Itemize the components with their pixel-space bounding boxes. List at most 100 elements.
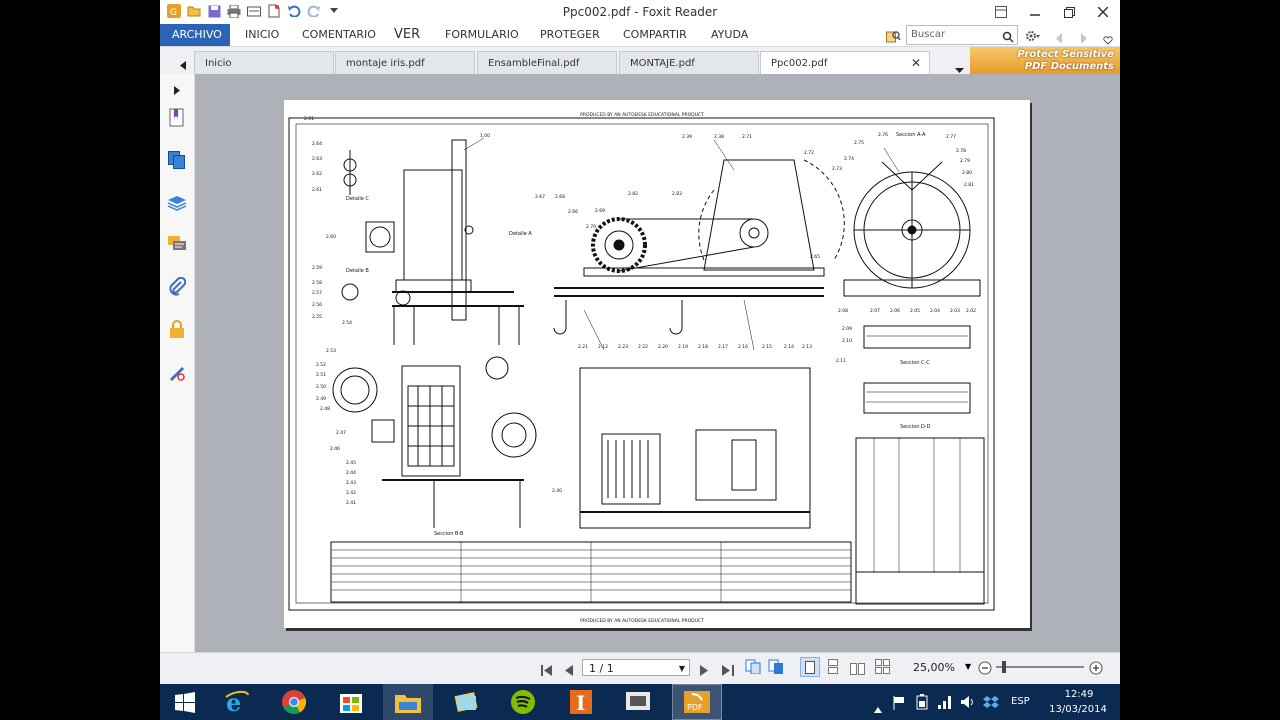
gear-icon[interactable]	[1024, 28, 1040, 47]
part-callout: 2.72	[804, 150, 814, 156]
part-callout: 2.40	[552, 488, 562, 494]
part-callout: 2.80	[962, 170, 972, 176]
tab-inicio[interactable]: Inicio	[194, 51, 334, 74]
signature-icon[interactable]	[163, 360, 191, 384]
store-icon[interactable]	[326, 684, 376, 720]
part-callout: 2.16	[738, 344, 748, 350]
page-dropdown-icon[interactable]: ▼	[679, 660, 685, 677]
continuous-facing-view-icon[interactable]	[875, 659, 890, 678]
part-callout: 2.69	[595, 208, 605, 214]
menu-compartir[interactable]: COMPARTIR	[623, 24, 687, 46]
menu-comentario[interactable]: COMENTARIO	[302, 24, 376, 46]
protect-banner-line2: PDF Documents	[1024, 61, 1114, 72]
part-callout: 2.03	[950, 308, 960, 314]
close-tab-icon[interactable]: ✕	[911, 52, 921, 75]
single-page-view-icon[interactable]	[800, 657, 820, 677]
document-viewer[interactable]: PRODUCED BY AN AUTODESK EDUCATIONAL PROD…	[195, 74, 1120, 652]
part-callout: 2.62	[312, 171, 322, 177]
show-hidden-icons[interactable]	[874, 698, 882, 717]
start-button[interactable]	[160, 684, 210, 720]
next-page-icon[interactable]	[700, 661, 708, 680]
foxit-reader-window: G Ppc002.pdf - Foxit Reader ARCHIVO INIC…	[160, 0, 1120, 684]
zoom-slider[interactable]	[996, 661, 1084, 673]
comments-icon[interactable]	[163, 232, 191, 256]
find-icon[interactable]	[886, 28, 901, 47]
next-view-icon[interactable]	[768, 659, 784, 678]
dropbox-icon[interactable]	[983, 694, 999, 713]
zoom-dropdown-icon[interactable]: ▼	[965, 662, 971, 671]
part-callout: 2.45	[346, 460, 356, 466]
continuous-view-icon[interactable]	[828, 659, 838, 678]
foxit-reader-taskbar-icon[interactable]: PDF	[672, 684, 722, 720]
close-button[interactable]	[1086, 0, 1120, 24]
page-number-field[interactable]: 1 / 1 ▼	[582, 659, 690, 676]
menu-ver[interactable]: VER	[394, 24, 420, 46]
tab-scroll-left-icon[interactable]	[180, 55, 186, 74]
restore-button[interactable]	[1052, 0, 1086, 24]
protect-banner[interactable]: Protect Sensitive PDF Documents	[970, 47, 1120, 74]
tab-ppc002-label: Ppc002.pdf	[771, 58, 828, 69]
sticky-notes-icon[interactable]	[441, 684, 491, 720]
expand-panel-icon[interactable]	[163, 78, 191, 102]
menu-inicio[interactable]: INICIO	[245, 24, 279, 46]
label-detalle-b: Detalle B	[346, 268, 369, 274]
zoom-slider-handle[interactable]	[1002, 661, 1006, 673]
clock-time[interactable]: 12:49	[1061, 689, 1097, 700]
bookmark-icon[interactable]	[163, 106, 191, 130]
zoom-level[interactable]: 25,00%	[913, 661, 955, 674]
pages-icon[interactable]	[163, 148, 191, 172]
clock-date[interactable]: 13/03/2014	[1047, 704, 1109, 715]
prev-page-icon[interactable]	[565, 661, 573, 680]
forward-nav-icon[interactable]	[1080, 29, 1088, 48]
security-icon[interactable]	[163, 317, 191, 341]
chrome-icon[interactable]	[269, 684, 319, 720]
network-icon[interactable]	[937, 694, 953, 713]
tab-ensamble-final[interactable]: EnsambleFinal.pdf	[477, 51, 617, 74]
previous-view-icon[interactable]	[745, 659, 761, 678]
part-callout: 2.09	[842, 326, 852, 332]
spotify-icon[interactable]	[498, 684, 548, 720]
file-explorer-icon[interactable]	[383, 684, 433, 720]
part-callout: 2.52	[316, 362, 326, 368]
menu-ayuda[interactable]: AYUDA	[711, 24, 748, 46]
ribbon-toggle-icon[interactable]	[984, 0, 1018, 24]
label-seccion-d-d: Seccion D-D	[900, 424, 931, 430]
part-callout: 2.83	[672, 191, 682, 197]
search-input[interactable]: Buscar	[906, 25, 1018, 45]
volume-icon[interactable]	[960, 694, 976, 713]
part-callout: 2.68	[555, 194, 565, 200]
facing-view-icon[interactable]	[850, 660, 865, 679]
menu-archivo[interactable]: ARCHIVO	[160, 24, 230, 46]
window-switcher-icon[interactable]	[613, 684, 663, 720]
language-indicator[interactable]: ESP	[1011, 696, 1030, 707]
tab-ppc002[interactable]: Ppc002.pdf ✕	[760, 51, 930, 74]
page-number-value: 1 / 1	[589, 662, 614, 675]
menu-formulario[interactable]: FORMULARIO	[445, 24, 519, 46]
tab-montaje-iris[interactable]: montaje iris.pdf	[335, 51, 475, 74]
svg-text:PDF: PDF	[687, 703, 703, 712]
menu-proteger[interactable]: PROTEGER	[540, 24, 600, 46]
part-callout: 2.51	[316, 372, 326, 378]
zoom-out-icon[interactable]	[978, 660, 992, 679]
last-page-icon[interactable]	[722, 661, 734, 680]
layers-icon[interactable]	[163, 191, 191, 215]
internet-explorer-icon[interactable]: e	[212, 684, 262, 720]
part-callout: 2.47	[336, 430, 346, 436]
part-callout: 2.82	[628, 191, 638, 197]
label-seccion-a-a: Seccion A-A	[896, 132, 926, 138]
back-nav-icon[interactable]	[1055, 29, 1063, 48]
navigation-panel	[160, 74, 195, 652]
part-callout: 2.06	[890, 308, 900, 314]
inventor-icon[interactable]: I	[556, 684, 606, 720]
flag-icon[interactable]	[893, 695, 905, 714]
attachment-icon[interactable]	[163, 275, 191, 299]
tab-montaje[interactable]: MONTAJE.pdf	[619, 51, 759, 74]
search-icon[interactable]	[1002, 28, 1014, 47]
part-callout: 2.08	[838, 308, 848, 314]
minimize-button[interactable]	[1018, 0, 1052, 24]
first-page-icon[interactable]	[541, 661, 553, 680]
part-callout: 2.05	[910, 308, 920, 314]
battery-icon[interactable]	[915, 694, 929, 714]
zoom-in-icon[interactable]	[1089, 660, 1103, 679]
part-callout: 2.74	[844, 156, 854, 162]
